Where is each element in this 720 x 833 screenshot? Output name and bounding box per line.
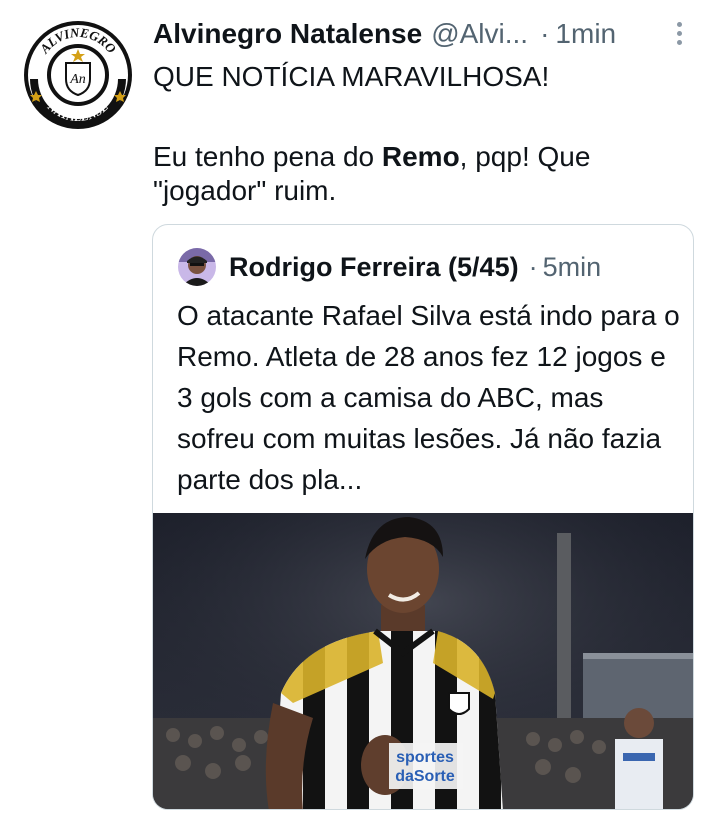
sponsor-text-1: sportes (396, 749, 454, 766)
author-name[interactable]: Alvinegro Natalense (153, 18, 422, 50)
svg-text:An: An (69, 72, 86, 87)
tweet-text-line1: QUE NOTÍCIA MARAVILHOSA! (153, 61, 550, 92)
tweet-text-bold: Remo (381, 141, 460, 172)
quoted-tweet-card[interactable]: Rodrigo Ferreira (5/45) · 5min O atacant… (152, 224, 694, 810)
author-handle[interactable]: @Alvi... (431, 18, 528, 50)
tweet-text-part2: , pqp! Que (459, 141, 591, 172)
avatar-icon (178, 248, 216, 286)
quoted-separator-dot: · (528, 251, 538, 282)
author-avatar[interactable]: ALVINEGRO NATALENSE An (22, 19, 134, 131)
quoted-author-name[interactable]: Rodrigo Ferreira (5/45) (229, 252, 519, 283)
tweet-text-part1: Eu tenho pena do (153, 141, 382, 172)
tweet-text-line3: "jogador" ruim. (153, 175, 337, 206)
tweet-header: Alvinegro Natalense @Alvi... · 1min (153, 14, 693, 54)
quoted-tweet-header: Rodrigo Ferreira (5/45) · 5min (178, 248, 602, 286)
club-crest-logo: ALVINEGRO NATALENSE An (24, 21, 132, 129)
quoted-timestamp[interactable]: 5min (543, 252, 602, 283)
tweet-text-body: Eu tenho pena do Remo, pqp! Que "jogador… (153, 140, 673, 208)
quoted-author-avatar[interactable] (178, 248, 216, 286)
tweet-timestamp[interactable]: 1min (555, 18, 616, 50)
separator-dot: · (540, 18, 550, 49)
more-vertical-icon[interactable] (671, 22, 687, 48)
quoted-tweet-text: O atacante Rafael Silva está indo para o… (177, 300, 680, 495)
sponsor-text-2: daSorte (395, 768, 455, 785)
quoted-tweet-photo[interactable]: sportes daSorte (153, 513, 694, 810)
